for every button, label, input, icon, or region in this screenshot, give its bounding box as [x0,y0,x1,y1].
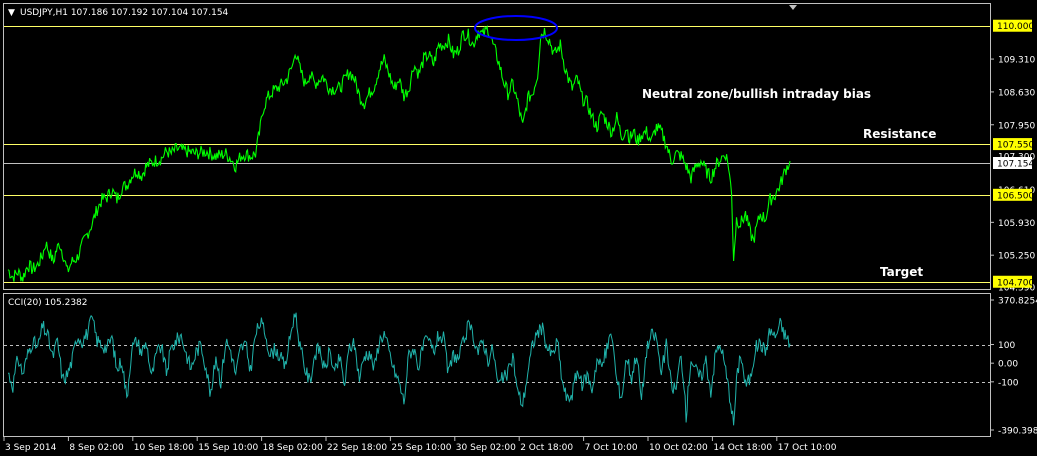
x-tick-label: 22 Sep 18:00 [327,443,387,453]
chart-background [0,0,1037,456]
y-tick-label: 107.950 [998,121,1035,131]
y-tick-label: 108.630 [998,88,1035,98]
x-tick-label: 8 Sep 02:00 [69,443,124,453]
level-label-text: 104.700 [997,278,1034,288]
x-tick-label: 2 Oct 18:00 [520,443,573,453]
cci-tick-label: 100 [998,341,1015,351]
level-label-text: 106.500 [997,191,1034,201]
y-tick-label: 105.930 [998,219,1035,229]
target-annotation: Target [880,265,923,279]
bias-annotation: Neutral zone/bullish intraday bias [642,87,871,101]
x-tick-label: 25 Sep 10:00 [391,443,451,453]
x-tick-label: 30 Sep 02:00 [456,443,516,453]
x-tick-label: 10 Sep 18:00 [134,443,194,453]
y-tick-label: 109.310 [998,56,1035,66]
current-price-label: 107.154 [997,160,1034,170]
level-label-text: 107.550 [997,141,1034,151]
x-tick-label: 18 Sep 02:00 [263,443,323,453]
x-tick-label: 15 Sep 10:00 [198,443,258,453]
x-tick-label: 3 Sep 2014 [5,443,57,453]
resistance-annotation: Resistance [863,127,936,141]
x-tick-label: 14 Oct 18:00 [713,443,772,453]
cci-tick-label: 0.00 [998,360,1018,370]
cci-tick-label: 370.8254 [998,297,1037,307]
x-tick-label: 7 Oct 10:00 [585,443,638,453]
cci-header: CCI(20) 105.2382 [8,298,88,308]
x-tick-label: 10 Oct 02:00 [649,443,708,453]
level-label-text: 110.000 [997,22,1034,32]
collapse-arrow-icon[interactable]: ▼ [8,8,15,18]
cci-tick-label: -100 [998,378,1019,388]
cci-tick-label: -390.3988 [998,427,1037,437]
y-tick-label: 105.250 [998,252,1035,262]
x-tick-label: 17 Oct 10:00 [778,443,837,453]
chart-window: ▼ USDJPY,H1 107.186 107.192 107.104 107.… [0,0,1037,456]
price-header: USDJPY,H1 107.186 107.192 107.104 107.15… [20,8,229,18]
